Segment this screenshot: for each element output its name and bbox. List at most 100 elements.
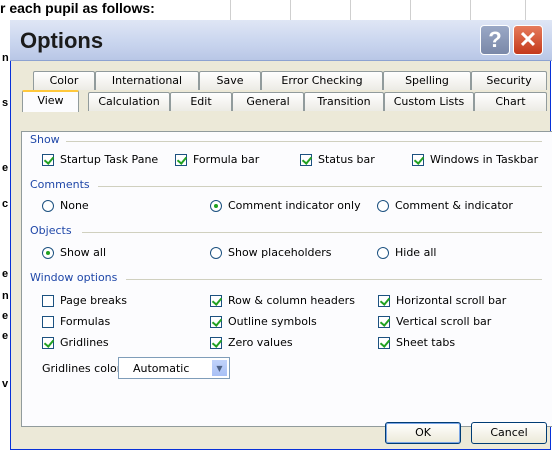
- option-label: Formulas: [60, 315, 111, 328]
- tab-spelling[interactable]: Spelling: [383, 71, 471, 90]
- checkbox-box[interactable]: [300, 153, 312, 166]
- checkbox-box[interactable]: [378, 315, 390, 328]
- grid-line: [230, 0, 231, 20]
- group-objects-label: Objects: [30, 224, 72, 237]
- sheet-cell-text: v: [2, 378, 9, 390]
- sheet-cell-text: e: [2, 330, 9, 342]
- row-column-headers-checkbox[interactable]: Row & column headers: [210, 294, 355, 307]
- option-label: Row & column headers: [228, 294, 355, 307]
- group-comments-label: Comments: [30, 178, 90, 191]
- horizontal-scroll-bar-checkbox[interactable]: Horizontal scroll bar: [378, 294, 506, 307]
- tab-save[interactable]: Save: [199, 71, 261, 90]
- help-button[interactable]: ?: [480, 25, 510, 55]
- startup-task-pane-checkbox[interactable]: Startup Task Pane: [42, 153, 158, 166]
- windows-in-taskbar-checkbox[interactable]: Windows in Taskbar: [412, 153, 538, 166]
- sheet-cell-text: c: [2, 198, 9, 210]
- sheet-tabs-checkbox[interactable]: Sheet tabs: [378, 336, 455, 349]
- view-tab-panel: Show Startup Task Pane Formula bar Statu…: [21, 131, 552, 427]
- objects-show-placeholders-radio[interactable]: Show placeholders: [210, 246, 332, 259]
- grid-line: [350, 0, 351, 20]
- chevron-down-icon[interactable]: ▼: [211, 359, 228, 377]
- sheet-cell-text: e: [2, 310, 9, 322]
- cancel-button[interactable]: Cancel: [471, 422, 547, 444]
- outline-symbols-checkbox[interactable]: Outline symbols: [210, 315, 317, 328]
- checkbox-box[interactable]: [378, 336, 390, 349]
- option-label: Vertical scroll bar: [396, 315, 492, 328]
- status-bar-checkbox[interactable]: Status bar: [300, 153, 375, 166]
- tab-general[interactable]: General: [232, 92, 304, 111]
- checkbox-box[interactable]: [378, 294, 390, 307]
- tab-edit[interactable]: Edit: [170, 92, 232, 111]
- tab-transition[interactable]: Transition: [304, 92, 384, 111]
- grid-line: [290, 0, 291, 20]
- objects-show-all-radio[interactable]: Show all: [42, 246, 106, 259]
- gridlines-color-label: Gridlines color:: [42, 362, 125, 375]
- tab-international[interactable]: International: [95, 71, 199, 90]
- sheet-cell-text: e: [2, 162, 9, 174]
- checkbox-box[interactable]: [42, 294, 54, 307]
- checkbox-box[interactable]: [175, 153, 187, 166]
- comment-and-indicator-radio[interactable]: Comment & indicator: [377, 199, 513, 212]
- option-label: Comment & indicator: [395, 199, 513, 212]
- option-label: Sheet tabs: [396, 336, 456, 349]
- group-divider: [126, 279, 542, 280]
- formulas-checkbox[interactable]: Formulas: [42, 315, 110, 328]
- checkbox-box[interactable]: [42, 336, 54, 349]
- radio-circle[interactable]: [42, 199, 54, 212]
- sheet-cell-text: n: [2, 290, 9, 302]
- option-label: Status bar: [318, 153, 375, 166]
- grid-line: [525, 0, 526, 20]
- zero-values-checkbox[interactable]: Zero values: [210, 336, 293, 349]
- close-button[interactable]: ✕: [513, 25, 543, 55]
- comments-none-radio[interactable]: None: [42, 199, 89, 212]
- group-divider: [66, 141, 542, 142]
- tab-calculation[interactable]: Calculation: [88, 92, 170, 111]
- checkbox-box[interactable]: [42, 315, 54, 328]
- option-label: Windows in Taskbar: [430, 153, 539, 166]
- page-breaks-checkbox[interactable]: Page breaks: [42, 294, 127, 307]
- comment-indicator-only-radio[interactable]: Comment indicator only: [210, 199, 361, 212]
- option-label: Gridlines: [60, 336, 109, 349]
- gridlines-color-value: Automatic: [133, 362, 190, 375]
- option-label: Comment indicator only: [228, 199, 361, 212]
- vertical-scroll-bar-checkbox[interactable]: Vertical scroll bar: [378, 315, 491, 328]
- tab-chart[interactable]: Chart: [474, 92, 547, 111]
- group-show-label: Show: [30, 133, 60, 146]
- tab-error-checking[interactable]: Error Checking: [261, 71, 383, 90]
- tab-security[interactable]: Security: [471, 71, 547, 90]
- option-label: Show placeholders: [228, 246, 332, 259]
- option-label: Horizontal scroll bar: [396, 294, 507, 307]
- radio-circle[interactable]: [210, 246, 222, 259]
- tab-custom-lists[interactable]: Custom Lists: [384, 92, 474, 111]
- option-label: Show all: [60, 246, 107, 259]
- checkbox-box[interactable]: [210, 336, 222, 349]
- radio-circle[interactable]: [210, 199, 222, 212]
- sheet-cell-text: s: [2, 97, 9, 109]
- checkbox-box[interactable]: [412, 153, 424, 166]
- grid-line: [410, 0, 411, 20]
- gridlines-color-select[interactable]: Automatic ▼: [118, 357, 230, 379]
- option-label: Outline symbols: [228, 315, 317, 328]
- checkbox-box[interactable]: [210, 315, 222, 328]
- group-divider: [82, 232, 542, 233]
- group-window-options-label: Window options: [30, 271, 118, 284]
- checkbox-box[interactable]: [42, 153, 54, 166]
- grid-line: [470, 0, 471, 20]
- formula-bar-checkbox[interactable]: Formula bar: [175, 153, 259, 166]
- objects-hide-all-radio[interactable]: Hide all: [377, 246, 436, 259]
- options-dialog: Options ? ✕ Color International Save Err…: [10, 20, 552, 450]
- title-bar[interactable]: Options ? ✕: [10, 20, 552, 61]
- checkbox-box[interactable]: [210, 294, 222, 307]
- dialog-title: Options: [20, 28, 104, 53]
- tab-view[interactable]: View: [22, 90, 79, 112]
- radio-circle[interactable]: [377, 246, 389, 259]
- radio-circle[interactable]: [377, 199, 389, 212]
- sheet-cell-text: n: [2, 52, 9, 64]
- radio-circle[interactable]: [42, 246, 54, 259]
- sheet-cell-text: e: [2, 268, 9, 280]
- ok-button[interactable]: OK: [385, 422, 461, 444]
- option-label: Hide all: [395, 246, 437, 259]
- tab-color[interactable]: Color: [33, 71, 95, 90]
- gridlines-checkbox[interactable]: Gridlines: [42, 336, 109, 349]
- option-label: Zero values: [228, 336, 293, 349]
